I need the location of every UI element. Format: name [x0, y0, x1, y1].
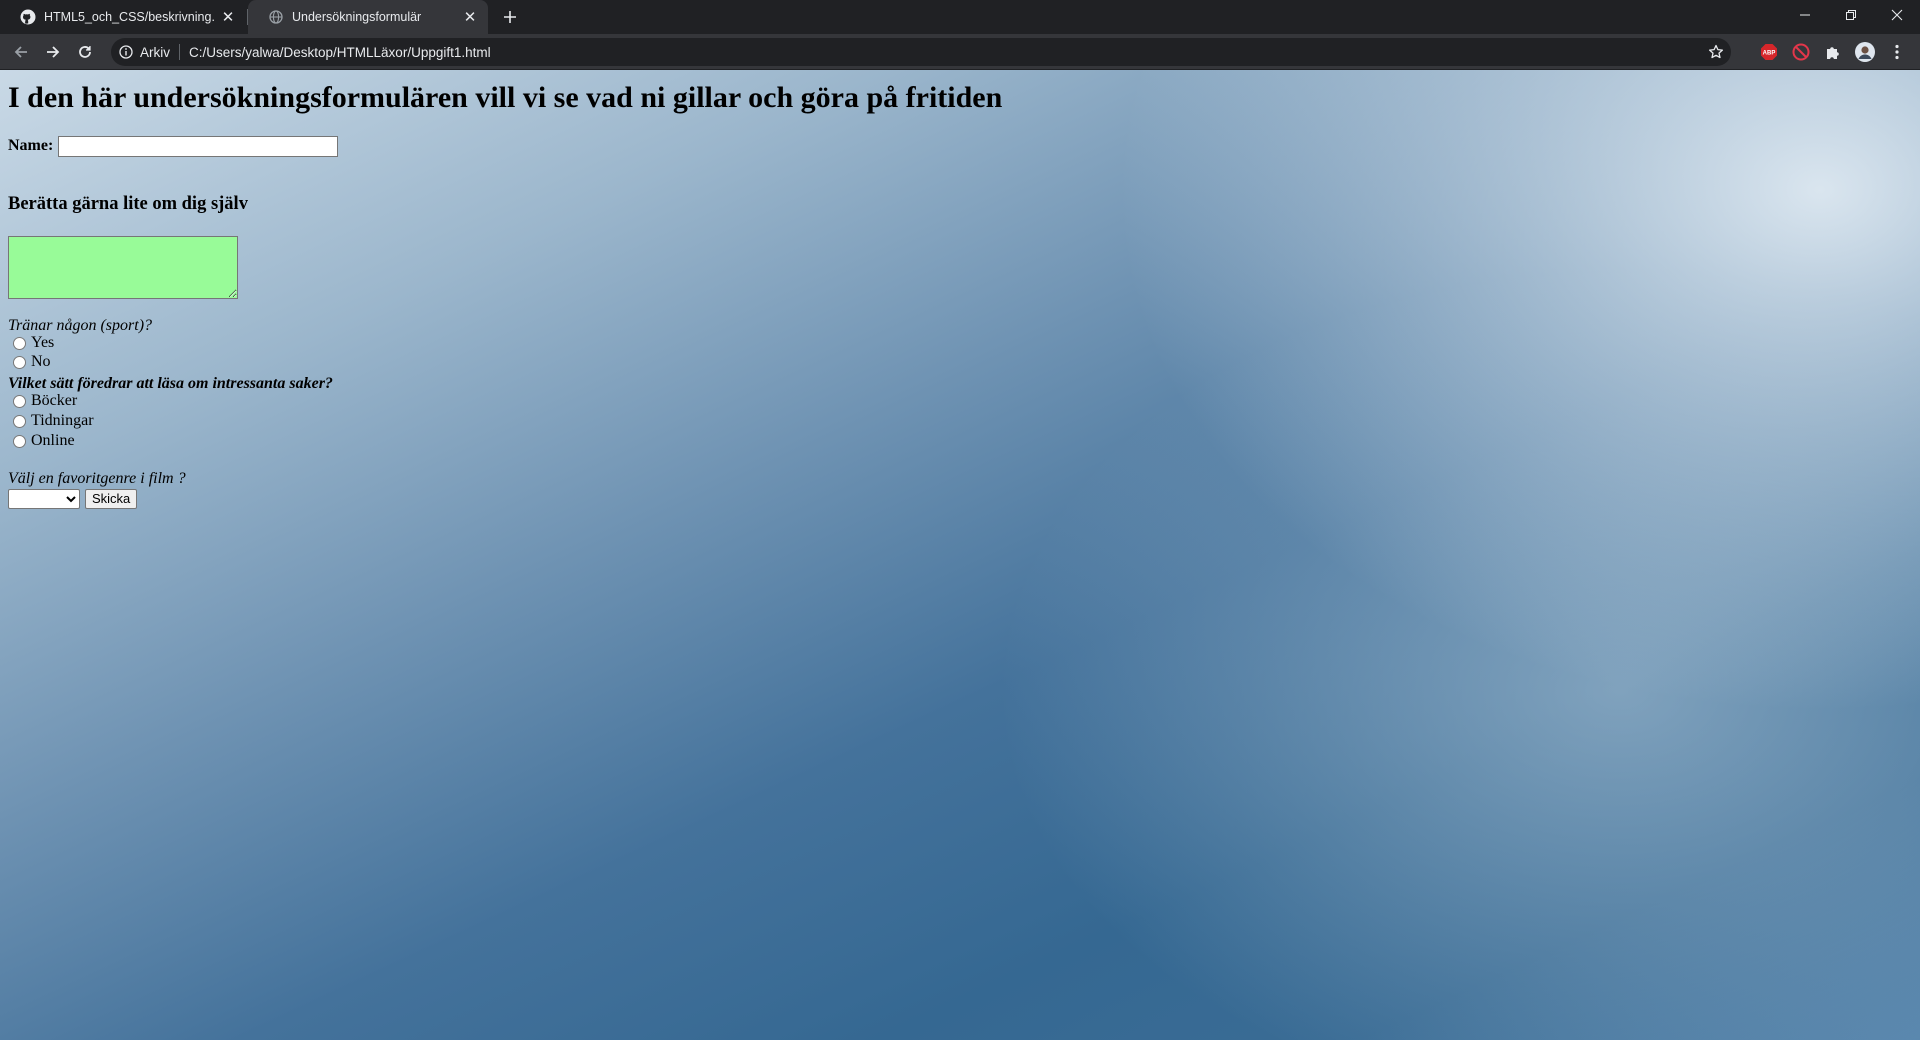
close-tab-icon[interactable]: ✕: [220, 9, 236, 26]
new-tab-button[interactable]: [498, 5, 522, 29]
adblock-label: ABP: [1763, 51, 1776, 57]
radio-option-yes[interactable]: Yes: [11, 334, 54, 352]
radio-bocker[interactable]: [13, 394, 26, 408]
github-icon: [20, 9, 36, 25]
close-tab-icon[interactable]: ✕: [462, 9, 478, 26]
radio-label: Yes: [31, 334, 55, 351]
puzzle-icon[interactable]: [1822, 41, 1844, 63]
tab-undersokningsformular[interactable]: Undersökningsformulär ✕: [248, 0, 488, 34]
radio-option-online[interactable]: Online: [11, 432, 75, 450]
blocker-icon[interactable]: [1790, 41, 1812, 63]
browser-toolbar: Arkiv C:/Users/yalwa/Desktop/HTMLLäxor/U…: [0, 34, 1920, 70]
minimize-icon: [1800, 14, 1810, 16]
restore-button[interactable]: [1828, 0, 1874, 30]
about-heading: Berätta gärna lite om dig själv: [8, 194, 248, 214]
radio-label: Tidningar: [31, 412, 94, 429]
globe-icon: [268, 9, 284, 25]
radio-label: Online: [31, 432, 75, 449]
sport-question: Tränar någon (sport)?: [8, 317, 153, 334]
reading-question: Vilket sätt föredrar att läsa om intress…: [8, 375, 333, 392]
reload-icon: [79, 46, 91, 58]
avatar[interactable]: [1854, 41, 1876, 63]
adblock-icon[interactable]: ABP: [1758, 41, 1780, 63]
genre-question: Välj en favoritgenre i film ?: [8, 470, 186, 487]
tab-title: HTML5_och_CSS/beskrivning.md: [44, 10, 214, 24]
radio-label: Böcker: [31, 392, 78, 409]
name-row: Name:: [8, 136, 339, 157]
name-input[interactable]: [58, 136, 339, 157]
tab-strip: HTML5_och_CSS/beskrivning.md ✕ Undersökn…: [0, 0, 1920, 34]
page-title: I den här undersökningsformulären vill v…: [8, 81, 1003, 114]
omnibox-separator: [179, 44, 180, 60]
back-button[interactable]: [9, 40, 33, 64]
minimize-button[interactable]: [1782, 0, 1828, 30]
address-bar[interactable]: Arkiv C:/Users/yalwa/Desktop/HTMLLäxor/U…: [111, 38, 1731, 66]
kebab-menu-icon[interactable]: [1886, 41, 1908, 63]
tab-title: Undersökningsformulär: [292, 10, 422, 24]
arrow-right-icon: [47, 46, 60, 58]
browser-window: HTML5_och_CSS/beskrivning.md ✕ Undersökn…: [0, 0, 1920, 1040]
close-icon: [1891, 9, 1903, 21]
radio-option-bocker[interactable]: Böcker: [11, 392, 77, 410]
security-label[interactable]: Arkiv: [140, 45, 170, 60]
radio-online[interactable]: [13, 434, 26, 448]
survey-form: I den här undersökningsformulären vill v…: [8, 70, 1908, 509]
radio-yes[interactable]: [13, 336, 26, 350]
reload-button[interactable]: [73, 40, 97, 64]
url-text[interactable]: C:/Users/yalwa/Desktop/HTMLLäxor/Uppgift…: [189, 45, 491, 60]
about-textarea[interactable]: [8, 236, 238, 299]
arrow-left-icon: [14, 46, 27, 58]
genre-select[interactable]: [8, 489, 80, 509]
star-icon[interactable]: [1707, 43, 1725, 61]
radio-tidningar[interactable]: [13, 414, 26, 428]
radio-option-tidningar[interactable]: Tidningar: [11, 412, 94, 430]
forward-button[interactable]: [41, 40, 65, 64]
submit-button[interactable]: Skicka: [85, 489, 138, 509]
name-label: Name:: [8, 137, 54, 155]
plus-icon: [504, 11, 516, 23]
info-icon[interactable]: [118, 44, 134, 60]
radio-no[interactable]: [13, 355, 26, 369]
tab-github[interactable]: HTML5_och_CSS/beskrivning.md ✕: [0, 0, 246, 34]
radio-label: No: [31, 353, 51, 370]
close-window-button[interactable]: [1874, 0, 1920, 30]
radio-option-no[interactable]: No: [11, 353, 51, 371]
restore-icon: [1846, 10, 1856, 20]
page-viewport: I den här undersökningsformulären vill v…: [0, 70, 1920, 1040]
